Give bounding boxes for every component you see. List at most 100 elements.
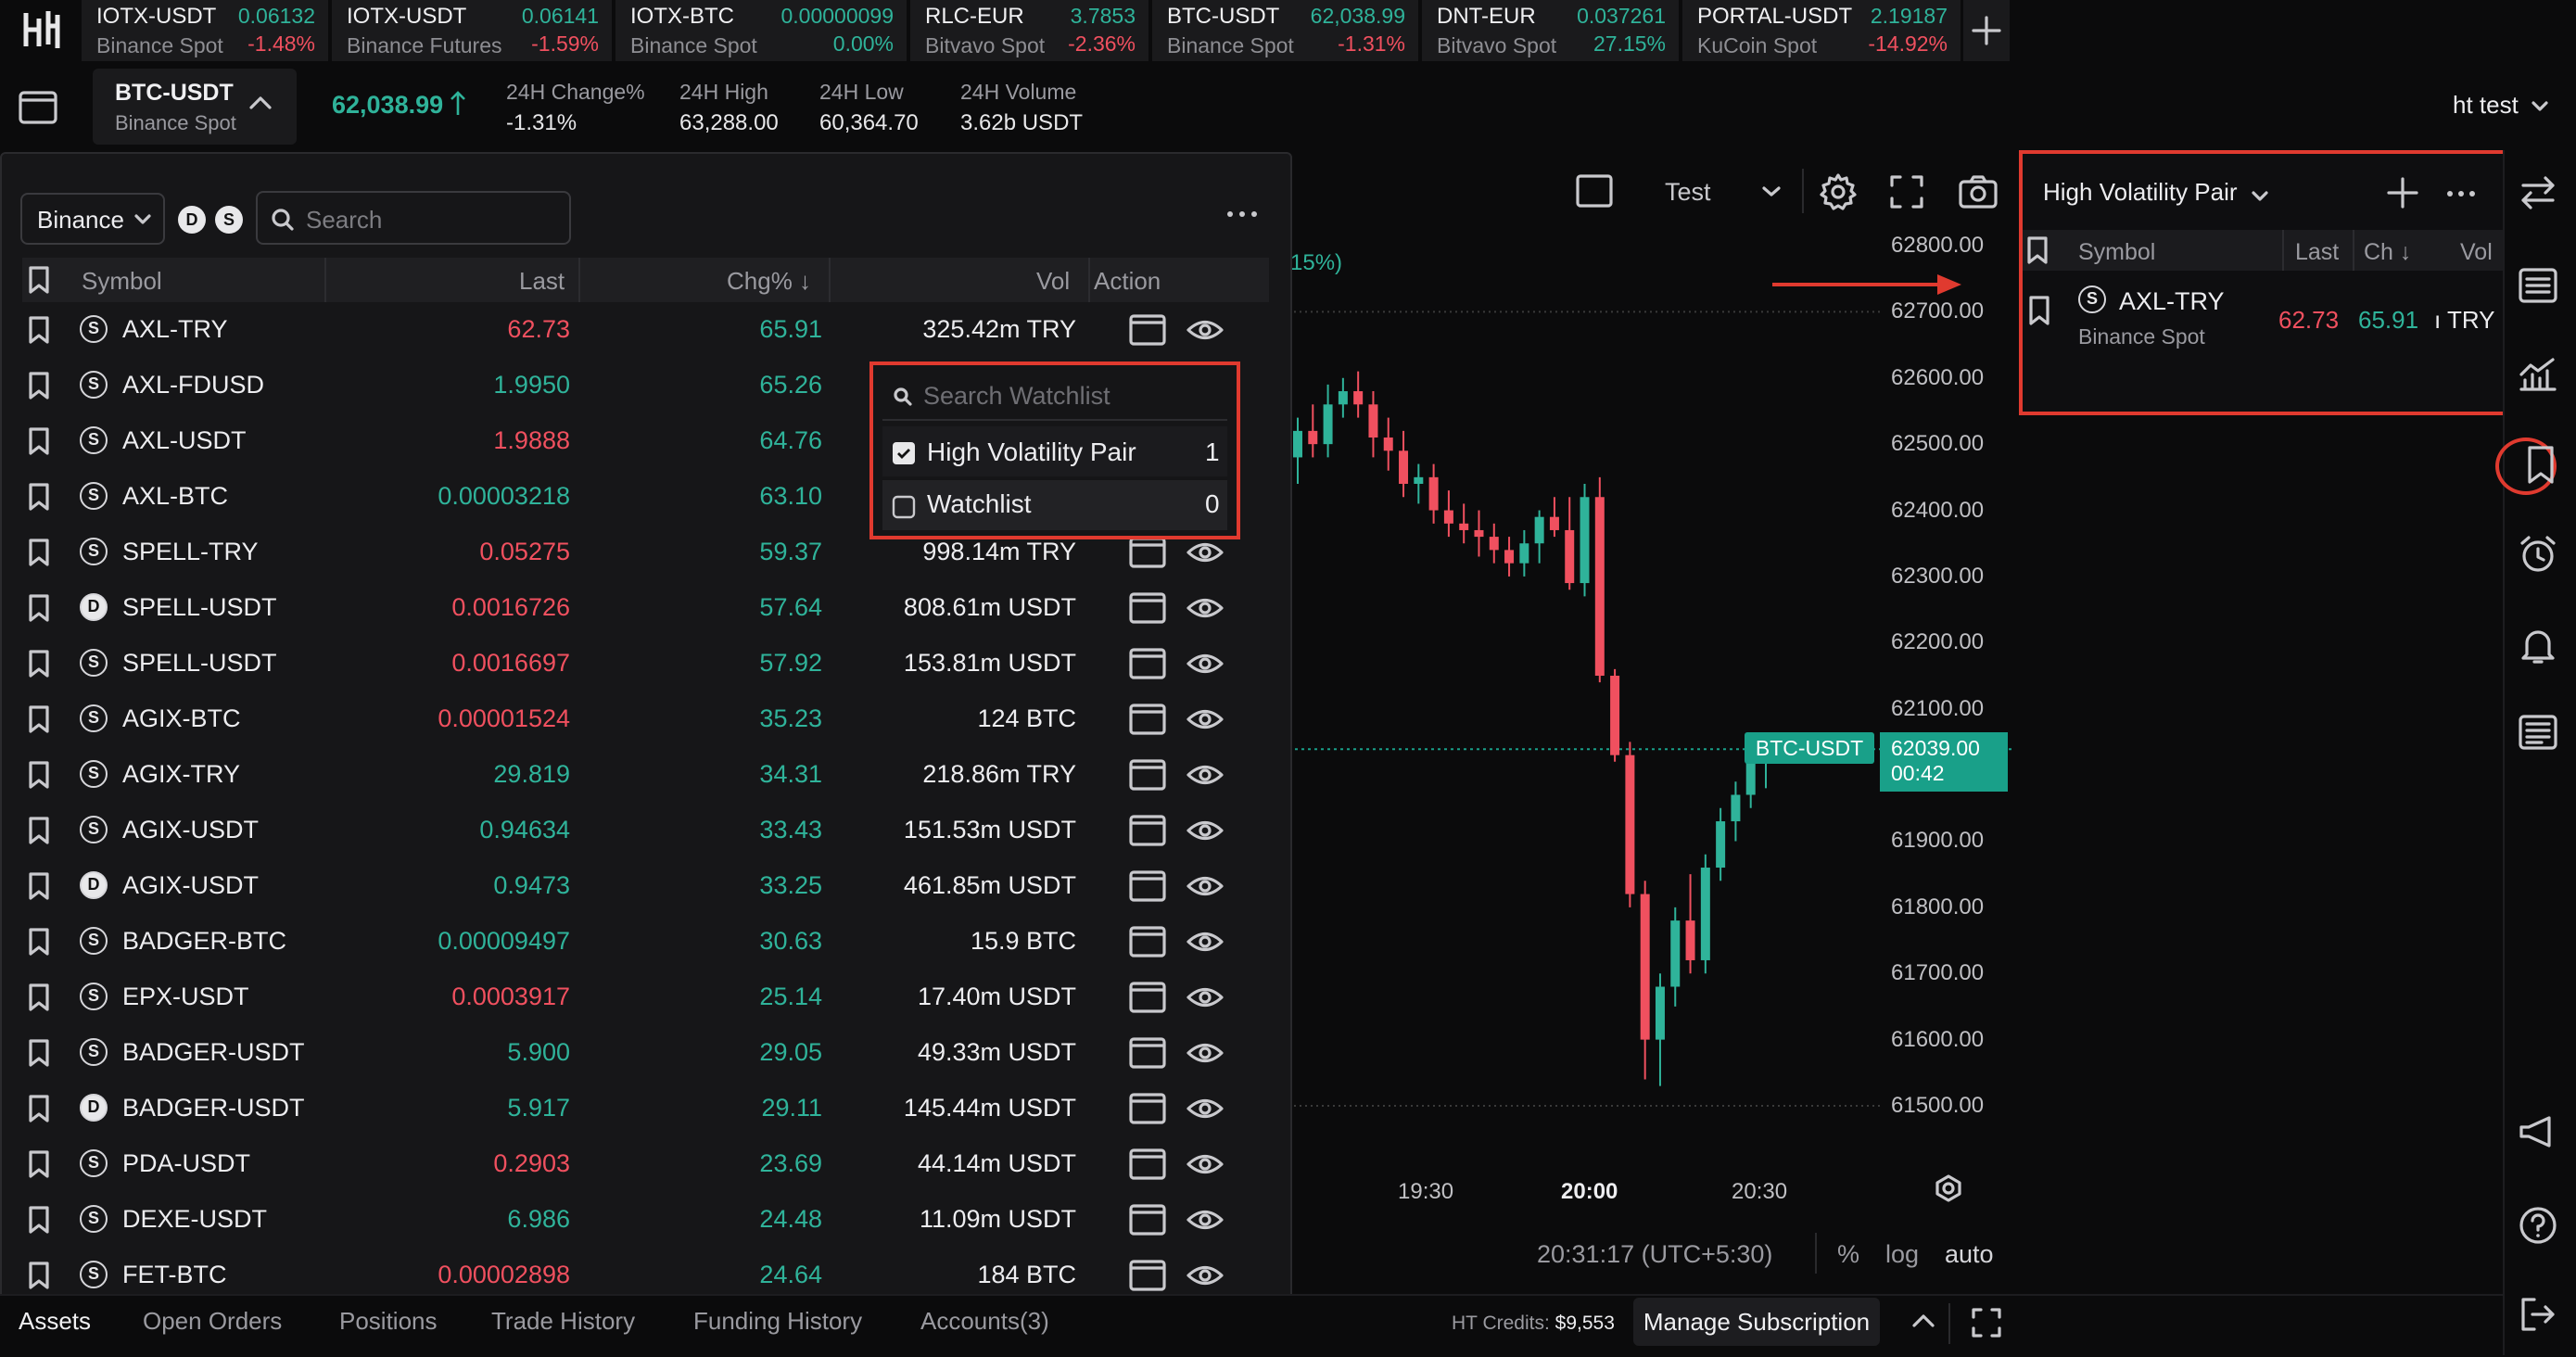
open-chart-icon[interactable] (1129, 926, 1166, 958)
bookmark-icon[interactable] (28, 1205, 50, 1235)
bookmark-icon[interactable] (28, 704, 50, 734)
market-row[interactable]: S AGIX-BTC 0.00001524 35.23 124 BTC (2, 691, 1249, 747)
bell-icon[interactable] (2518, 625, 2558, 666)
open-chart-icon[interactable] (1129, 982, 1166, 1013)
news-icon[interactable] (2518, 714, 2558, 751)
market-row[interactable]: S AXL-TRY 62.73 65.91 325.42m TRY (2, 302, 1249, 358)
ticker-item[interactable]: RLC-EUR 3.7853 Bitvavo Spot -2.36% (910, 0, 1148, 61)
log-scale-toggle[interactable]: log (1885, 1240, 1919, 1269)
auto-scale-toggle[interactable]: auto (1945, 1240, 1994, 1269)
tab-positions[interactable]: Positions (339, 1307, 438, 1336)
open-chart-icon[interactable] (1129, 870, 1166, 902)
swap-icon[interactable] (2518, 174, 2558, 211)
order-book-icon[interactable] (2518, 267, 2558, 304)
bookmark-icon[interactable] (28, 1038, 50, 1068)
add-ticker-button[interactable] (1963, 0, 2010, 61)
filter-derivatives-badge[interactable]: D (178, 206, 206, 234)
eye-icon[interactable] (1186, 314, 1224, 346)
open-chart-icon[interactable] (1129, 1148, 1166, 1180)
logout-icon[interactable] (2518, 1296, 2558, 1333)
open-chart-icon[interactable] (1129, 592, 1166, 624)
bookmark-icon[interactable] (28, 371, 50, 400)
open-chart-icon[interactable] (1129, 1037, 1166, 1069)
col-chg[interactable]: Ch ↓ (2364, 239, 2411, 266)
bookmark-icon[interactable] (28, 1149, 50, 1179)
bookmark-icon[interactable] (28, 983, 50, 1012)
layout-name[interactable]: Test (1665, 178, 1711, 207)
market-row[interactable]: D SPELL-USDT 0.0016726 57.64 808.61m USD… (2, 580, 1249, 636)
open-chart-icon[interactable] (1129, 1260, 1166, 1291)
camera-icon[interactable] (1958, 174, 1999, 209)
more-options-icon[interactable] (2445, 189, 2477, 198)
depth-chart-icon[interactable] (2518, 354, 2558, 393)
chevron-down-icon[interactable] (1761, 185, 1782, 198)
eye-icon[interactable] (1186, 870, 1224, 902)
eye-icon[interactable] (1186, 982, 1224, 1013)
market-row[interactable]: S PDA-USDT 0.2903 23.69 44.14m USDT (2, 1136, 1249, 1192)
watchlist-row[interactable]: S AXL-TRY Binance Spot 62.73 65.91 ı TRY (2023, 274, 2506, 358)
filter-spot-badge[interactable]: S (215, 206, 243, 234)
tab-open-orders[interactable]: Open Orders (143, 1307, 282, 1336)
tab-trade-history[interactable]: Trade History (491, 1307, 635, 1336)
chevron-up-icon[interactable] (1911, 1313, 1935, 1329)
settings-gear-icon[interactable] (1819, 172, 1858, 211)
col-chg[interactable]: Chg% ↓ (727, 267, 811, 296)
tab-accounts[interactable]: Accounts(3) (920, 1307, 1049, 1336)
watchlist-search-input[interactable]: Search Watchlist (882, 369, 1227, 421)
ticker-item[interactable]: IOTX-BTC 0.00000099 Binance Spot 0.00% (615, 0, 907, 61)
pair-selector[interactable]: BTC-USDT Binance Spot (93, 69, 297, 145)
bookmark-icon[interactable] (28, 927, 50, 957)
expand-icon[interactable] (1971, 1307, 2002, 1338)
exchange-select[interactable]: Binance (20, 193, 165, 245)
help-icon[interactable] (2518, 1205, 2558, 1246)
eye-icon[interactable] (1186, 1093, 1224, 1124)
ticker-item[interactable]: PORTAL-USDT 2.19187 KuCoin Spot -14.92% (1682, 0, 1961, 61)
market-row[interactable]: S AGIX-TRY 29.819 34.31 218.86m TRY (2, 747, 1249, 803)
more-options-icon[interactable] (1225, 209, 1259, 219)
alarm-clock-icon[interactable] (2518, 534, 2558, 575)
eye-icon[interactable] (1186, 704, 1224, 735)
open-chart-icon[interactable] (1129, 1093, 1166, 1124)
checkbox-unchecked-icon[interactable] (892, 495, 916, 519)
col-symbol[interactable]: Symbol (2078, 239, 2155, 266)
eye-icon[interactable] (1186, 1260, 1224, 1291)
open-chart-icon[interactable] (1129, 815, 1166, 846)
market-row[interactable]: S BADGER-USDT 5.900 29.05 49.33m USDT (2, 1025, 1249, 1081)
layout-icon[interactable] (19, 91, 57, 124)
open-chart-icon[interactable] (1129, 759, 1166, 791)
bookmark-icon[interactable] (28, 538, 50, 567)
col-vol[interactable]: Vol (2460, 239, 2493, 266)
eye-icon[interactable] (1186, 648, 1224, 679)
open-chart-icon[interactable] (1129, 704, 1166, 735)
market-row[interactable]: S BADGER-BTC 0.00009497 30.63 15.9 BTC (2, 914, 1249, 970)
col-last[interactable]: Last (519, 267, 565, 296)
megaphone-icon[interactable] (2518, 1112, 2558, 1149)
watchlist-selector[interactable]: High Volatility Pair (2043, 178, 2269, 207)
bookmark-icon[interactable] (28, 315, 50, 345)
bookmark-icon[interactable] (28, 593, 50, 623)
eye-icon[interactable] (1186, 1148, 1224, 1180)
watchlist-option-watchlist[interactable]: Watchlist 0 (882, 480, 1227, 530)
ticker-item[interactable]: IOTX-USDT 0.06132 Binance Spot -1.48% (82, 0, 328, 61)
bookmark-icon[interactable] (28, 1094, 50, 1123)
checkbox-checked-icon[interactable] (892, 441, 916, 465)
open-chart-icon[interactable] (1129, 314, 1166, 346)
chart-type-icon[interactable] (1576, 174, 1613, 208)
col-last[interactable]: Last (2295, 239, 2339, 266)
bookmark-icon[interactable] (28, 482, 50, 512)
market-row[interactable]: S SPELL-USDT 0.0016697 57.92 153.81m USD… (2, 636, 1249, 691)
market-row[interactable]: S EPX-USDT 0.0003917 25.14 17.40m USDT (2, 970, 1249, 1025)
tab-funding-history[interactable]: Funding History (693, 1307, 862, 1336)
add-watchlist-icon[interactable] (2386, 176, 2419, 209)
manage-subscription-button[interactable]: Manage Subscription (1633, 1298, 1880, 1346)
eye-icon[interactable] (1186, 815, 1224, 846)
eye-icon[interactable] (1186, 1037, 1224, 1069)
ticker-item[interactable]: DNT-EUR 0.037261 Bitvavo Spot 27.15% (1422, 0, 1679, 61)
eye-icon[interactable] (1186, 759, 1224, 791)
bookmark-icon[interactable] (2527, 445, 2555, 486)
bookmark-icon[interactable] (28, 816, 50, 845)
fullscreen-icon[interactable] (1889, 174, 1924, 209)
app-logo[interactable] (20, 7, 61, 52)
eye-icon[interactable] (1186, 537, 1224, 568)
eye-icon[interactable] (1186, 926, 1224, 958)
